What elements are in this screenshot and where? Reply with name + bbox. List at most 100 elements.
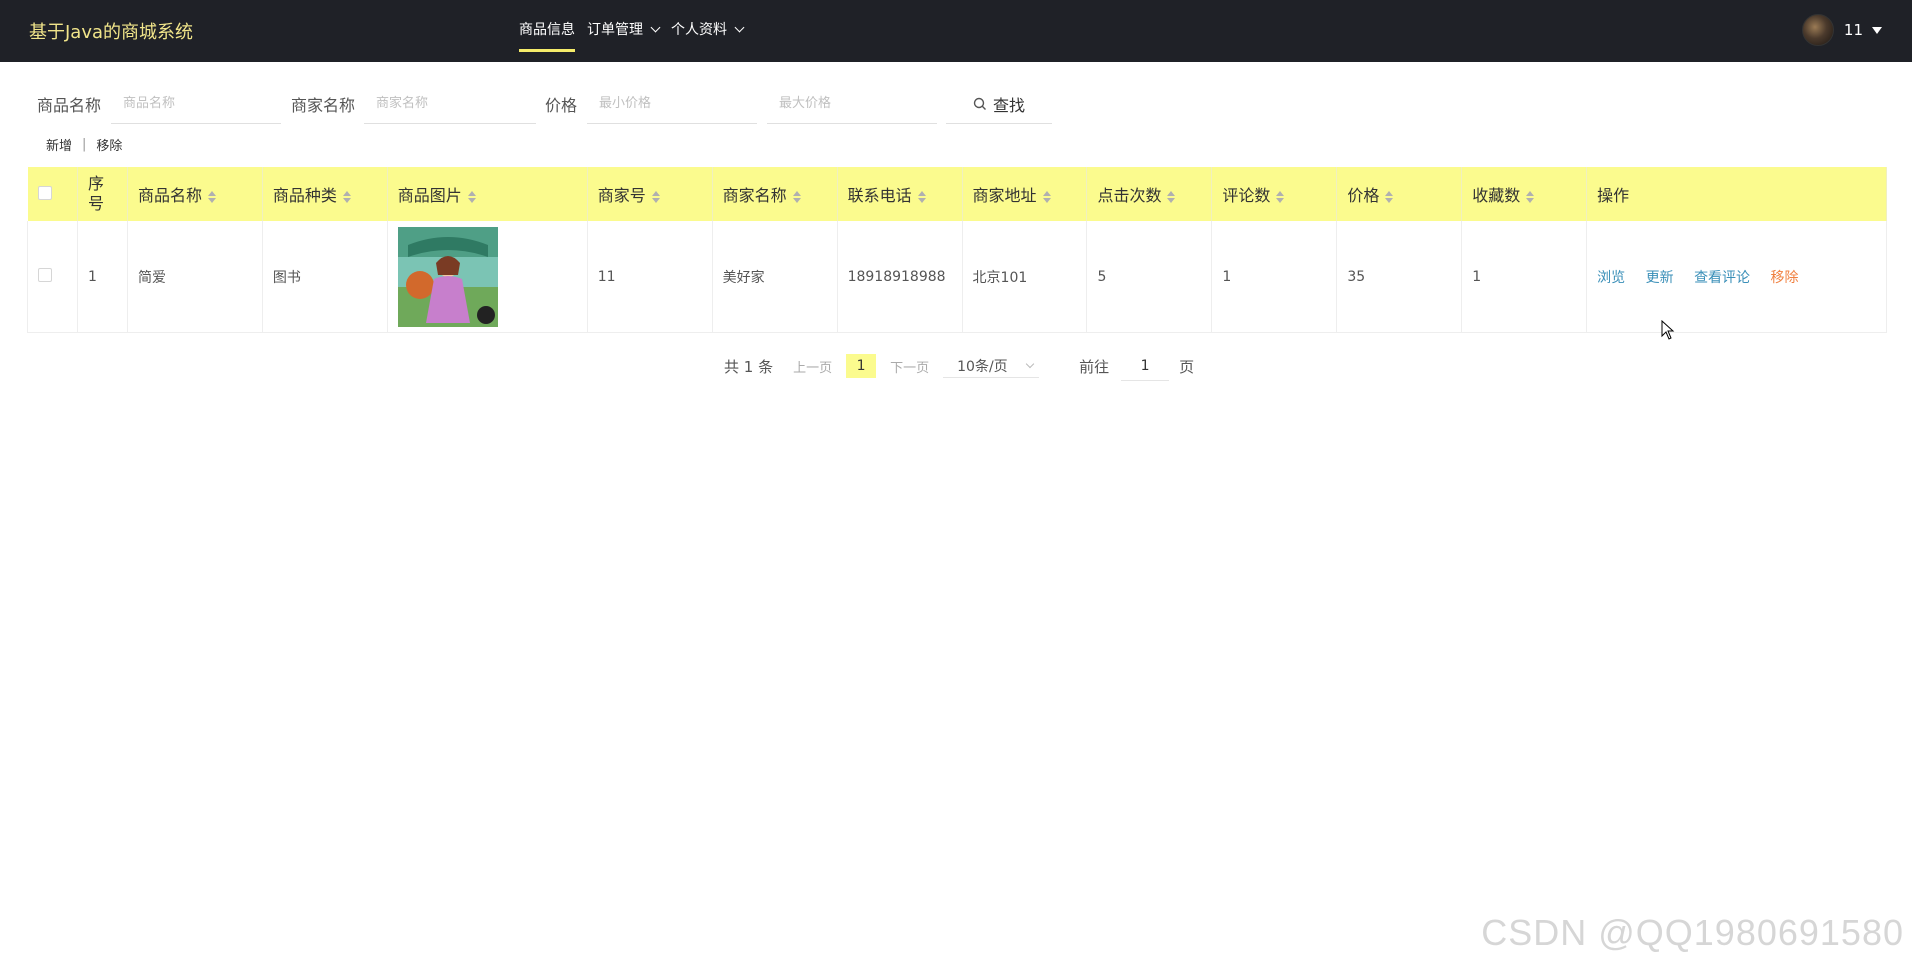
select-all-checkbox[interactable] [37,185,52,200]
sort-icon[interactable] [342,190,351,203]
sort-icon[interactable] [917,190,926,203]
search-button[interactable]: 查找 [946,84,1052,124]
cell-operations: 浏览 更新 查看评论 移除 [1586,221,1887,333]
product-thumbnail[interactable] [397,226,498,327]
col-address[interactable]: 商家地址 [962,167,1088,221]
col-price[interactable]: 价格 [1336,167,1463,221]
sort-icon[interactable] [207,190,216,203]
col-name-label: 商品名称 [137,186,202,205]
sort-icon[interactable] [792,190,801,203]
col-address-label: 商家地址 [972,186,1037,205]
sort-icon[interactable] [1042,190,1051,203]
cell-category: 图书 [262,221,388,333]
table-actions: 新增 | 移除 [46,135,122,154]
chevron-down-icon [650,22,661,33]
col-clicks-label: 点击次数 [1097,186,1162,205]
user-menu[interactable]: 11 [1801,14,1882,46]
cell-phone: 18918918988 [837,221,963,333]
col-comments-label: 评论数 [1222,186,1271,205]
main-nav: 商品信息 订单管理 个人资料 [519,0,755,62]
col-image-label: 商品图片 [397,186,462,205]
max-price-input[interactable] [767,84,937,124]
col-index: 序号 [77,167,128,221]
shop-name-label: 商家名称 [291,96,356,115]
cell-price: 35 [1336,221,1463,333]
price-label: 价格 [545,96,578,115]
col-name[interactable]: 商品名称 [127,167,263,221]
sort-icon[interactable] [1526,190,1535,203]
page-size-value: 10条/页 [957,358,1008,375]
view-button[interactable]: 浏览 [1597,270,1625,286]
add-button[interactable]: 新增 [46,135,72,154]
batch-remove-button[interactable]: 移除 [96,135,122,154]
cell-clicks: 5 [1086,221,1213,333]
nav-personal-profile-label: 个人资料 [671,22,727,38]
username: 11 [1843,21,1863,39]
col-category[interactable]: 商品种类 [262,167,388,221]
product-name-label: 商品名称 [37,96,102,115]
page-suffix: 页 [1179,357,1195,376]
sort-icon[interactable] [1276,190,1285,203]
table-header-row: 序号 商品名称 商品种类 商品图片 商家号 商家名称 联系电话 商家地址 点击次… [27,167,1887,221]
cell-favorites: 1 [1461,221,1588,333]
chevron-down-icon [1025,359,1035,368]
sort-icon[interactable] [651,190,660,203]
product-table: 序号 商品名称 商品种类 商品图片 商家号 商家名称 联系电话 商家地址 点击次… [27,167,1887,333]
col-shop-name-label: 商家名称 [722,186,787,205]
nav-product-info[interactable]: 商品信息 [519,0,575,62]
search-icon [973,97,986,110]
cell-name: 简爱 [127,221,263,333]
col-operations: 操作 [1586,167,1887,221]
col-shop-name[interactable]: 商家名称 [712,167,838,221]
sort-icon[interactable] [467,190,476,203]
chevron-down-icon [734,22,745,33]
min-price-input[interactable] [587,84,757,124]
sort-icon[interactable] [1167,190,1176,203]
shop-name-input[interactable] [364,84,536,124]
search-form: 商品名称 商家名称 价格 查找 [0,62,1912,132]
update-button[interactable]: 更新 [1646,270,1674,286]
prev-page-button[interactable]: 上一页 [793,357,832,376]
col-favorites[interactable]: 收藏数 [1461,167,1588,221]
col-index-label: 序号 [87,174,104,213]
cell-comments: 1 [1211,221,1338,333]
avatar [1801,14,1834,46]
goto-page-input[interactable] [1121,351,1170,381]
watermark: CSDN @QQ1980691580 [1481,912,1904,953]
view-comments-button[interactable]: 查看评论 [1694,270,1750,286]
top-navbar: 基于Java的商城系统 商品信息 订单管理 个人资料 11 [0,0,1912,62]
cell-index: 1 [77,221,128,333]
cell-address: 北京101 [962,221,1088,333]
sort-icon[interactable] [1385,190,1394,203]
col-image[interactable]: 商品图片 [387,167,588,221]
mouse-cursor-icon [1661,320,1675,340]
table-row: 1 简爱 图书 11 美好家 18918918988 北京101 5 1 35 … [27,221,1887,333]
col-phone-label: 联系电话 [847,186,912,205]
cell-image [387,221,588,333]
col-comments[interactable]: 评论数 [1211,167,1338,221]
pagination: 共 1 条 上一页 1 下一页 10条/页 前往 页 [724,351,1195,381]
product-name-input[interactable] [111,84,281,124]
search-button-label: 查找 [992,95,1025,115]
current-page[interactable]: 1 [846,354,877,378]
select-all-cell [27,167,78,221]
total-count: 共 1 条 [724,357,774,376]
page-size-select[interactable]: 10条/页 [943,354,1040,378]
col-phone[interactable]: 联系电话 [837,167,963,221]
nav-order-management-label: 订单管理 [587,22,643,38]
goto-label: 前往 [1079,357,1110,376]
caret-down-icon [1872,26,1882,34]
nav-order-management[interactable]: 订单管理 [587,0,661,62]
cell-shop-no: 11 [587,221,713,333]
app-title: 基于Java的商城系统 [29,22,194,43]
col-shop-no[interactable]: 商家号 [587,167,713,221]
col-clicks[interactable]: 点击次数 [1086,167,1213,221]
remove-button[interactable]: 移除 [1771,270,1799,286]
action-separator: | [82,137,87,152]
row-select-cell [27,221,78,333]
col-operations-label: 操作 [1597,186,1630,205]
next-page-button[interactable]: 下一页 [890,357,929,376]
row-checkbox[interactable] [38,267,52,282]
col-category-label: 商品种类 [272,186,337,205]
nav-personal-profile[interactable]: 个人资料 [671,0,745,62]
